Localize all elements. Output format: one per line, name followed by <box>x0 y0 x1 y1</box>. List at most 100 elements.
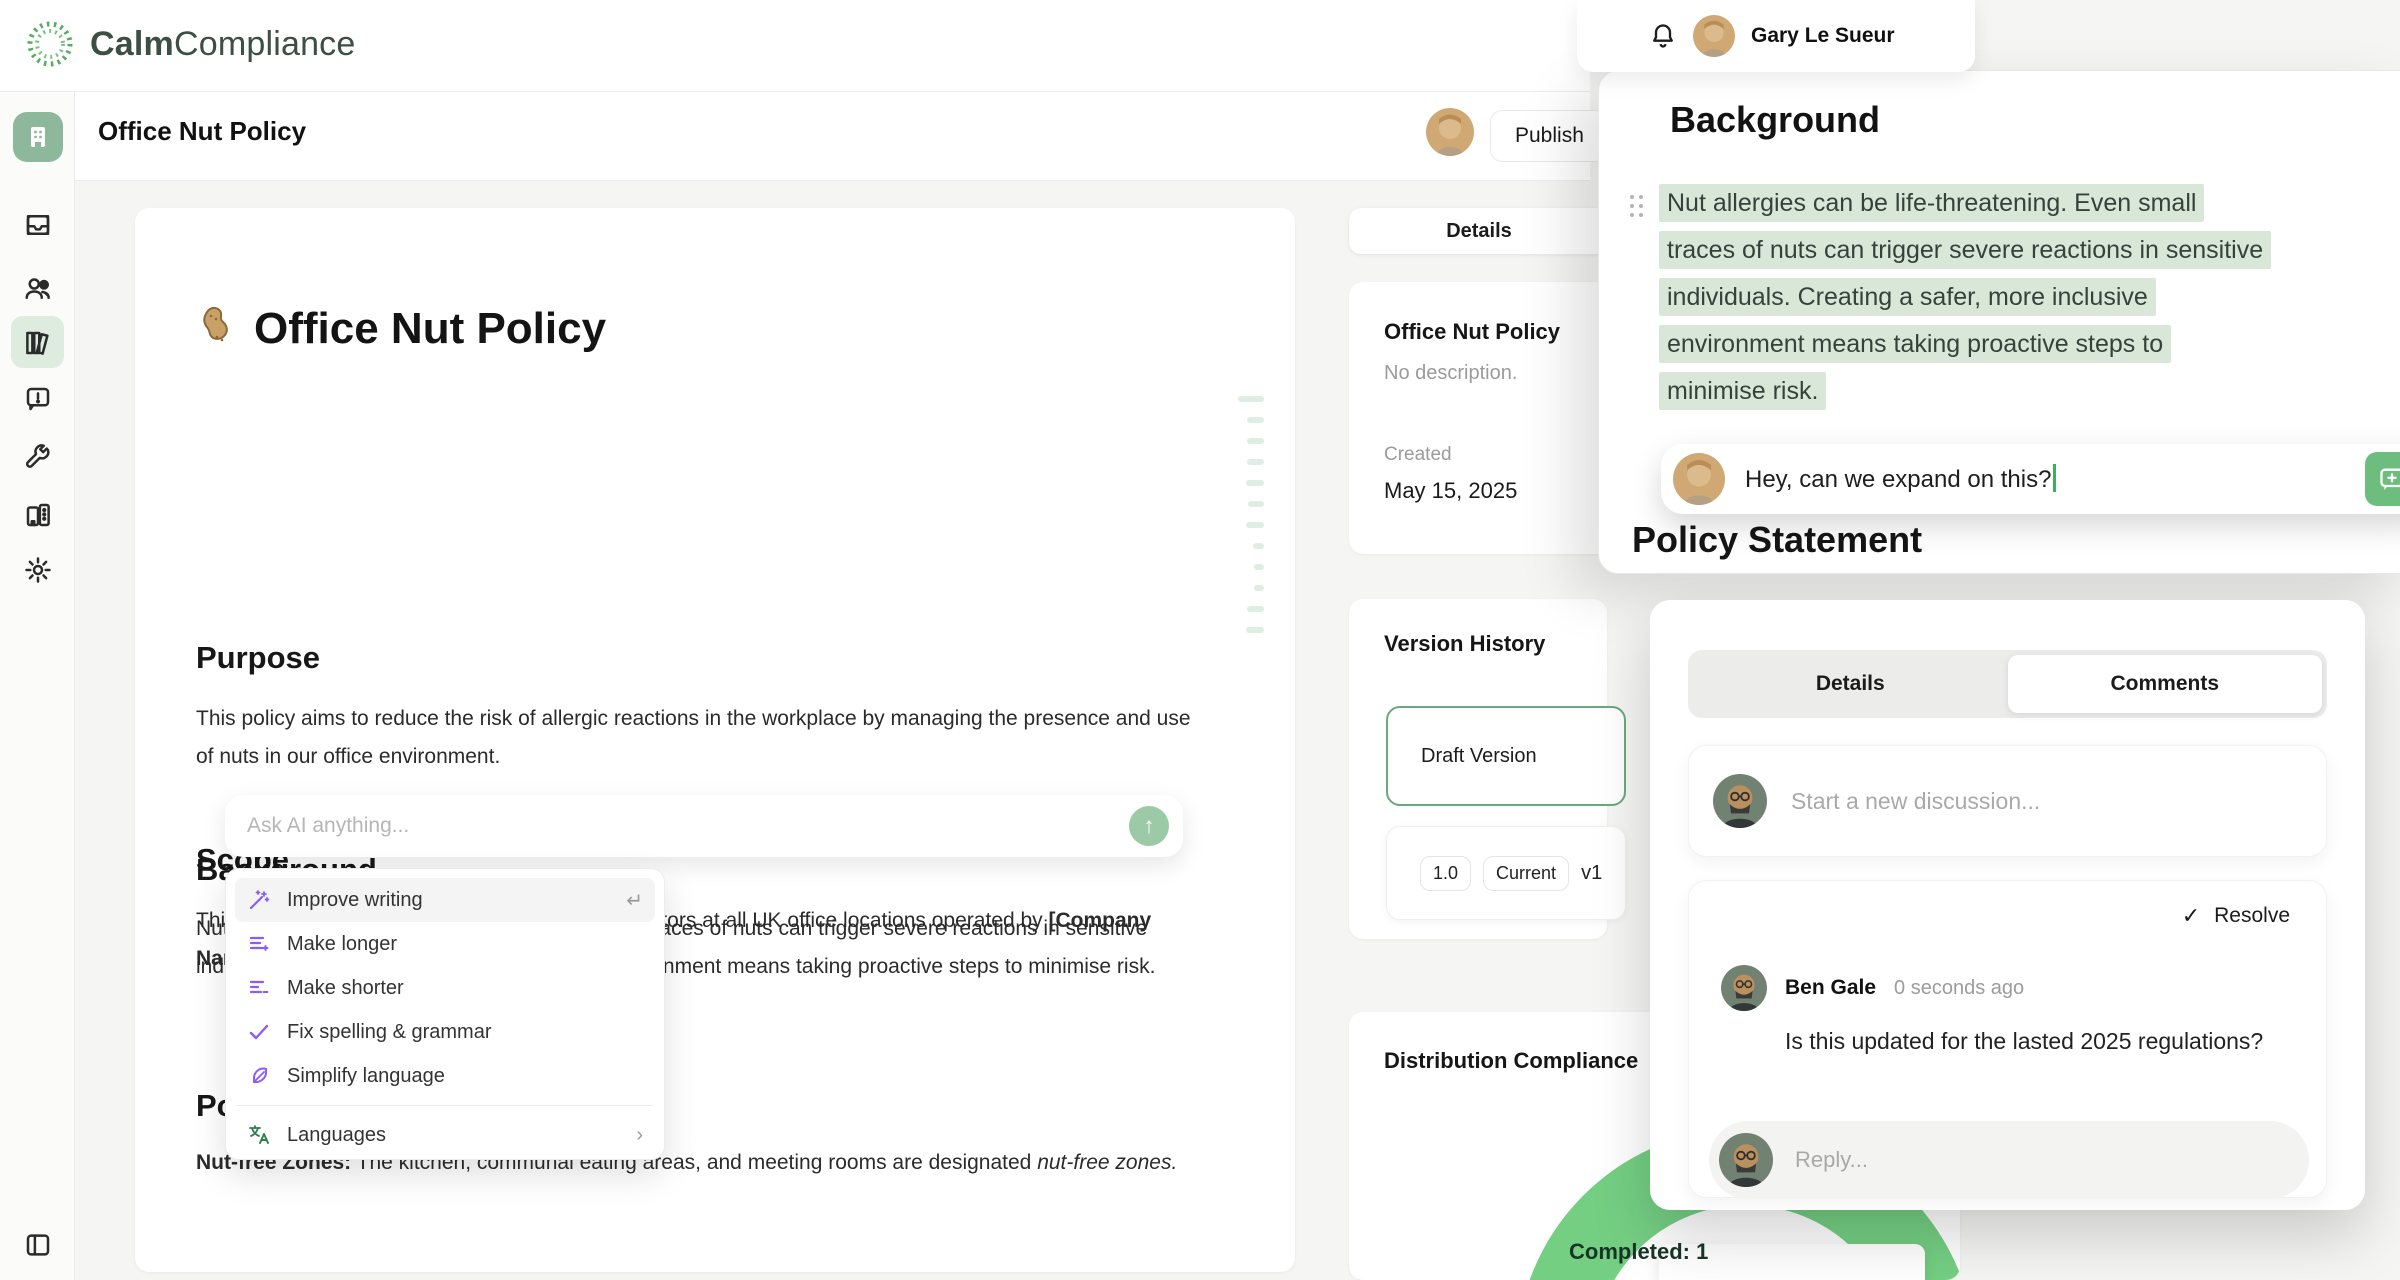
details-description: No description. <box>1384 362 1517 385</box>
menu-item-simplify-language[interactable]: Simplify language <box>235 1054 655 1098</box>
brand-name: CalmCompliance <box>90 25 355 64</box>
document-header: Office Nut Policy Publish <box>75 92 1590 181</box>
avatar <box>1721 965 1767 1011</box>
draft-version-label: Draft Version <box>1421 745 1537 768</box>
brand-logo-icon <box>24 18 76 70</box>
settings-gear-icon[interactable] <box>23 555 53 585</box>
resolve-button[interactable]: ✓ Resolve <box>2182 903 2290 929</box>
chevron-right-icon: › <box>636 1124 643 1147</box>
comment-plus-icon <box>2378 465 2400 493</box>
library-icon[interactable] <box>23 328 53 358</box>
purpose-heading: Purpose <box>196 640 1210 676</box>
menu-item-label: Improve writing <box>287 889 610 912</box>
resolve-label: Resolve <box>2214 904 2290 928</box>
tab-details-side[interactable]: Details <box>1349 208 1609 254</box>
minimap-dash <box>1247 459 1264 465</box>
overlay-next-heading: Policy Statement <box>1632 519 1922 561</box>
user-menu-strip: Gary Le Sueur <box>1577 0 1975 72</box>
menu-item-label: Simplify language <box>287 1065 643 1088</box>
version-number-chip: 1.0 <box>1420 856 1471 891</box>
current-badge: Current <box>1483 856 1569 891</box>
new-discussion-input[interactable]: Start a new discussion... <box>1688 745 2327 857</box>
highlighted-line: environment means taking proactive steps… <box>1659 330 2171 377</box>
avatar[interactable] <box>1693 15 1735 57</box>
panel-tabs: Details Comments <box>1688 650 2327 718</box>
comment-composer[interactable]: Hey, can we expand on this? <box>1661 444 2400 514</box>
text-cursor <box>2053 464 2056 492</box>
minimap-dash <box>1247 606 1264 612</box>
details-doc-title: Office Nut Policy <box>1384 319 1560 345</box>
tab-details[interactable]: Details <box>1693 655 2008 713</box>
overlay-background-heading: Background <box>1670 99 1880 141</box>
minimap-dash <box>1238 396 1264 402</box>
check-icon: ✓ <box>2182 903 2200 929</box>
submit-comment-button[interactable] <box>2365 452 2400 506</box>
menu-item-make-longer[interactable]: Make longer <box>235 922 655 966</box>
draft-version-item[interactable]: Draft Version <box>1386 706 1626 806</box>
highlighted-line: minimise risk. <box>1659 377 1826 424</box>
menu-item-label: Languages <box>287 1124 620 1147</box>
distribution-title: Distribution Compliance <box>1384 1048 1638 1074</box>
highlighted-line: individuals. Creating a safer, more incl… <box>1659 283 2156 330</box>
menu-item-label: Make shorter <box>287 977 643 1000</box>
minimap-dash <box>1247 417 1264 423</box>
completed-legend: Completed: 1 <box>1569 1239 1708 1265</box>
office-buildings-icon[interactable] <box>23 500 53 530</box>
sidebar-toggle-icon[interactable] <box>23 1230 53 1260</box>
report-issue-icon[interactable] <box>23 384 53 414</box>
tab-comments[interactable]: Comments <box>2008 655 2323 713</box>
avatar[interactable] <box>1426 108 1474 156</box>
lines-plus-icon <box>247 932 271 956</box>
workspace-building-icon[interactable] <box>13 112 63 162</box>
menu-item-languages[interactable]: Languages › <box>235 1113 655 1157</box>
brand-logo: CalmCompliance <box>24 18 355 70</box>
version-history-title: Version History <box>1384 631 1545 657</box>
minimap-dash <box>1246 522 1264 528</box>
menu-item-make-shorter[interactable]: Make shorter <box>235 966 655 1010</box>
comment-body: Is this updated for the lasted 2025 regu… <box>1785 1021 2265 1061</box>
menu-divider <box>237 1105 653 1106</box>
minimap-dash <box>1247 438 1264 444</box>
comment-author-name: Ben Gale <box>1785 976 1876 1000</box>
notification-bell-icon[interactable] <box>1649 22 1677 50</box>
menu-item-label: Make longer <box>287 933 643 956</box>
highlighted-line: Nut allergies can be life-threatening. E… <box>1659 189 2204 236</box>
ai-actions-menu: Improve writing ↵ Make longer Make short… <box>225 868 665 1160</box>
created-value: May 15, 2025 <box>1384 478 1517 504</box>
comment-draft-text: Hey, can we expand on this? <box>1745 464 2365 494</box>
comments-panel-window: Details Comments Start a new discussion.… <box>1650 600 2365 1210</box>
left-nav-rail <box>0 92 75 1280</box>
reply-placeholder: Reply... <box>1795 1147 1868 1173</box>
menu-item-improve-writing[interactable]: Improve writing ↵ <box>235 878 655 922</box>
inbox-icon[interactable] <box>23 210 53 240</box>
drag-handle-icon[interactable] <box>1630 195 1644 217</box>
enter-key-icon: ↵ <box>626 888 643 913</box>
purpose-paragraph: This policy aims to reduce the risk of a… <box>196 700 1210 776</box>
reply-input[interactable]: Reply... <box>1709 1121 2309 1199</box>
top-bar: CalmCompliance <box>0 0 1590 92</box>
arrow-up-icon: ↑ <box>1144 813 1155 839</box>
ask-ai-input[interactable]: Ask AI anything... ↑ <box>225 795 1183 857</box>
version-history-card: Version History Draft Version 1.0 Curren… <box>1349 599 1607 939</box>
peanut-emoji <box>196 306 238 352</box>
avatar <box>1719 1133 1773 1187</box>
menu-item-label: Fix spelling & grammar <box>287 1021 643 1044</box>
minimap-dash <box>1246 627 1264 633</box>
minimap-dash <box>1254 585 1264 591</box>
comment-thread-card: ✓ Resolve Ben Gale 0 seconds ago Is this… <box>1688 880 2327 1198</box>
page-title: Office Nut Policy <box>98 116 306 147</box>
menu-item-fix-spelling[interactable]: Fix spelling & grammar <box>235 1010 655 1054</box>
document-title: Office Nut Policy <box>196 304 1210 354</box>
highlighted-line: traces of nuts can trigger severe reacti… <box>1659 236 2271 283</box>
users-icon[interactable] <box>23 274 53 304</box>
minimap-dash <box>1248 501 1264 507</box>
ask-ai-placeholder: Ask AI anything... <box>247 814 1129 838</box>
ai-send-button[interactable]: ↑ <box>1129 806 1169 846</box>
version-1-item[interactable]: 1.0 Current v1 <box>1386 826 1626 920</box>
check-icon <box>247 1020 271 1044</box>
tools-wrench-icon[interactable] <box>23 442 53 472</box>
user-name[interactable]: Gary Le Sueur <box>1751 24 1895 48</box>
avatar <box>1673 453 1725 505</box>
created-label: Created <box>1384 444 1452 466</box>
highlight-minimap <box>1230 396 1264 648</box>
